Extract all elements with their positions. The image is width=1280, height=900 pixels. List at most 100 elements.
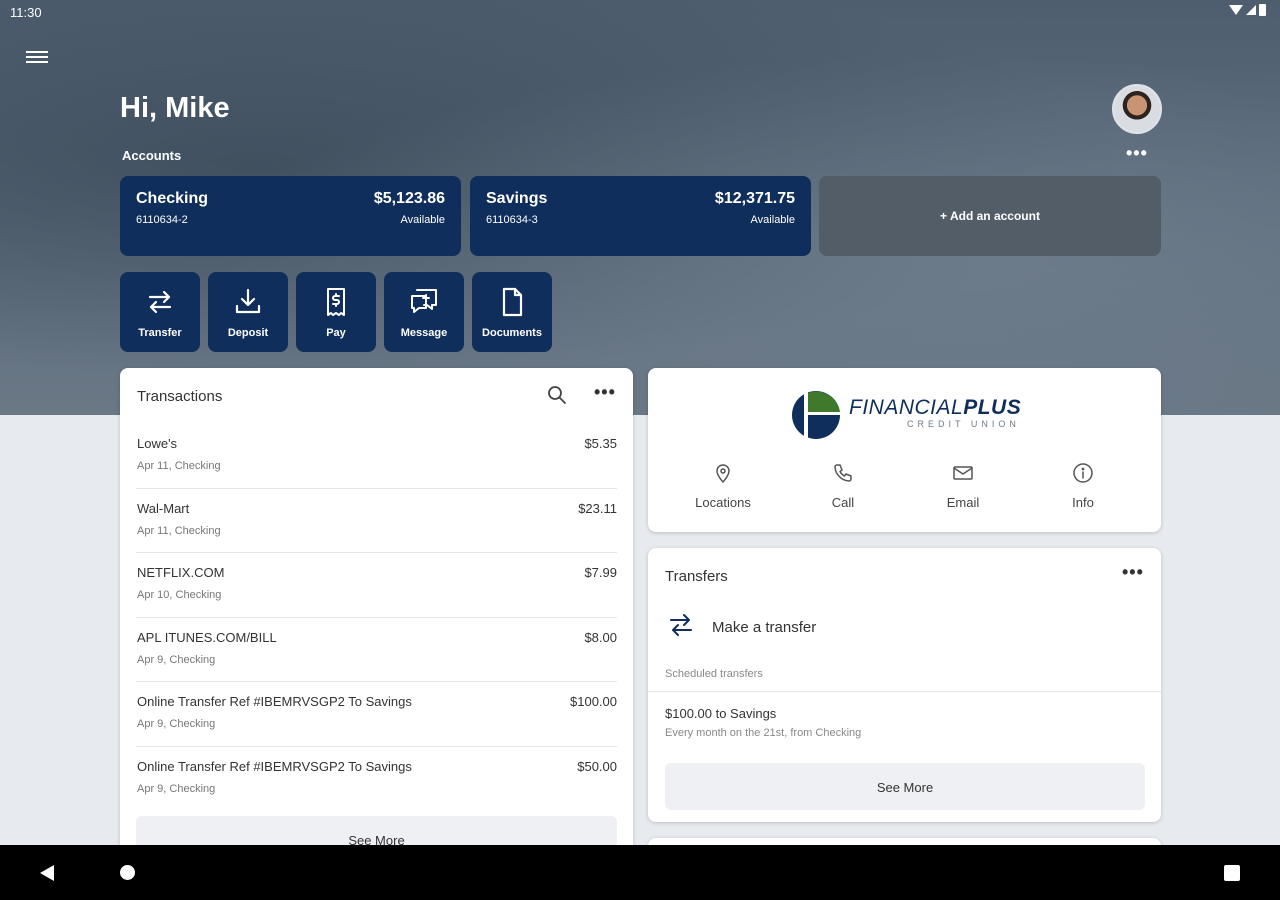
transaction-merchant: Online Transfer Ref #IBEMRVSGP2 To Savin…	[137, 758, 412, 774]
logo-text-bold: PLUS	[963, 396, 1022, 419]
account-name: Checking	[136, 190, 209, 207]
account-card-checking[interactable]: Checking 6110634-2 $5,123.86 Available	[120, 176, 461, 256]
make-transfer-button[interactable]: Make a transfer	[666, 608, 1126, 648]
transaction-merchant: APL ITUNES.COM/BILL	[137, 629, 277, 645]
transaction-row[interactable]: Online Transfer Ref #IBEMRVSGP2 To Savin…	[136, 682, 617, 747]
credit-union-card: FINANCIALPLUS CREDIT UNION Locations Cal…	[648, 368, 1161, 532]
transaction-amount: $8.00	[584, 629, 617, 645]
email-icon	[953, 466, 973, 480]
divider	[648, 691, 1161, 692]
email-button[interactable]: Email	[903, 462, 1023, 510]
credit-union-logo: FINANCIALPLUS CREDIT UNION	[791, 390, 1021, 440]
logo-text-light: FINANCIAL	[849, 396, 964, 419]
deposit-action-button[interactable]: Deposit	[208, 272, 288, 352]
transfer-icon	[148, 290, 172, 314]
action-label: Locations	[695, 495, 751, 510]
action-label: Transfer	[138, 327, 182, 339]
deposit-icon	[235, 288, 261, 314]
location-pin-icon	[716, 464, 730, 484]
transaction-row[interactable]: Lowe's Apr 11, Checking $5.35	[136, 424, 617, 489]
transactions-card: Transactions ••• Lowe's Apr 11, Checking…	[120, 368, 633, 868]
transfers-card: Transfers ••• Make a transfer Scheduled …	[648, 548, 1161, 822]
transactions-title: Transactions	[137, 388, 223, 405]
make-transfer-label: Make a transfer	[712, 619, 817, 636]
account-number: 6110634-2	[136, 214, 188, 226]
transaction-amount: $100.00	[570, 694, 617, 710]
transaction-meta: Apr 11, Checking	[137, 524, 221, 537]
locations-button[interactable]: Locations	[663, 462, 783, 510]
recent-apps-icon[interactable]	[1224, 865, 1240, 881]
transaction-row[interactable]: Wal-Mart Apr 11, Checking $23.11	[136, 489, 617, 554]
greeting: Hi, Mike	[120, 92, 230, 124]
document-icon	[502, 287, 523, 317]
action-label: Pay	[326, 327, 346, 339]
status-bar: 11:30	[0, 0, 1280, 26]
message-action-button[interactable]: Message	[384, 272, 464, 352]
transaction-row[interactable]: APL ITUNES.COM/BILL Apr 9, Checking $8.0…	[136, 618, 617, 683]
transfers-see-more-button[interactable]: See More	[665, 763, 1145, 810]
action-label: Documents	[482, 327, 542, 339]
avatar[interactable]	[1112, 84, 1162, 134]
transaction-amount: $50.00	[577, 758, 617, 774]
account-balance: $5,123.86	[373, 190, 445, 207]
status-time: 11:30	[10, 5, 42, 20]
transaction-merchant: Online Transfer Ref #IBEMRVSGP2 To Savin…	[137, 694, 412, 710]
transaction-amount: $7.99	[584, 565, 617, 581]
add-account-button[interactable]: + Add an account	[819, 176, 1161, 256]
accounts-label: Accounts	[122, 148, 182, 163]
account-number: 6110634-3	[486, 214, 538, 226]
home-icon[interactable]	[120, 865, 135, 880]
navigation-bar	[0, 845, 1280, 900]
account-name: Savings	[486, 190, 548, 207]
status-icons	[1229, 4, 1266, 16]
wifi-icon	[1229, 5, 1243, 15]
pay-action-button[interactable]: Pay	[296, 272, 376, 352]
scheduled-transfer-description: Every month on the 21st, from Checking	[665, 727, 862, 739]
logo-subtitle: CREDIT UNION	[907, 419, 1020, 429]
documents-action-button[interactable]: Documents	[472, 272, 552, 352]
transaction-meta: Apr 10, Checking	[137, 589, 222, 602]
account-balance: $12,371.75	[714, 190, 795, 207]
logo-mark-icon	[792, 391, 840, 439]
phone-icon	[834, 464, 852, 482]
action-label: Call	[831, 495, 855, 510]
transaction-meta: Apr 9, Checking	[137, 718, 216, 731]
action-label: Message	[400, 327, 448, 339]
transaction-list: Lowe's Apr 11, Checking $5.35 Wal-Mart A…	[136, 424, 617, 812]
scheduled-transfer-title: $100.00 to Savings	[665, 706, 777, 721]
back-icon[interactable]	[40, 865, 54, 881]
pay-bill-icon	[327, 288, 345, 316]
message-icon	[411, 289, 437, 313]
transfers-title: Transfers	[665, 568, 728, 585]
action-label: Email	[946, 495, 980, 510]
scheduled-transfers-label: Scheduled transfers	[665, 668, 763, 680]
transaction-amount: $23.11	[578, 500, 617, 516]
transaction-amount: $5.35	[584, 436, 617, 451]
transaction-row[interactable]: Online Transfer Ref #IBEMRVSGP2 To Savin…	[136, 747, 617, 812]
transaction-meta: Apr 9, Checking	[137, 653, 216, 666]
search-icon[interactable]	[546, 384, 568, 406]
account-balance-label: Available	[750, 214, 795, 226]
action-label: Info	[1072, 495, 1094, 510]
account-balance-label: Available	[400, 214, 445, 226]
hamburger-menu-icon[interactable]	[26, 48, 48, 66]
signal-icon	[1246, 5, 1256, 15]
logo-text: FINANCIALPLUS	[849, 396, 1021, 420]
transaction-merchant: Lowe's	[137, 436, 178, 451]
action-label: Deposit	[227, 327, 269, 339]
transaction-meta: Apr 11, Checking	[137, 460, 221, 472]
battery-icon	[1259, 4, 1266, 16]
transaction-merchant: Wal-Mart	[137, 500, 190, 516]
transaction-merchant: NETFLIX.COM	[137, 565, 225, 581]
transfers-more-icon[interactable]: •••	[1122, 562, 1144, 583]
transfer-action-button[interactable]: Transfer	[120, 272, 200, 352]
info-icon	[1073, 463, 1093, 483]
transaction-row[interactable]: NETFLIX.COM Apr 10, Checking $7.99	[136, 553, 617, 618]
call-button[interactable]: Call	[783, 462, 903, 510]
accounts-more-icon[interactable]: •••	[1126, 143, 1148, 164]
transactions-more-icon[interactable]: •••	[594, 382, 616, 403]
scheduled-transfer-item[interactable]: $100.00 to Savings Every month on the 21…	[665, 706, 861, 739]
account-card-savings[interactable]: Savings 6110634-3 $12,371.75 Available	[470, 176, 811, 256]
info-button[interactable]: Info	[1023, 462, 1143, 510]
transaction-meta: Apr 9, Checking	[137, 782, 216, 795]
